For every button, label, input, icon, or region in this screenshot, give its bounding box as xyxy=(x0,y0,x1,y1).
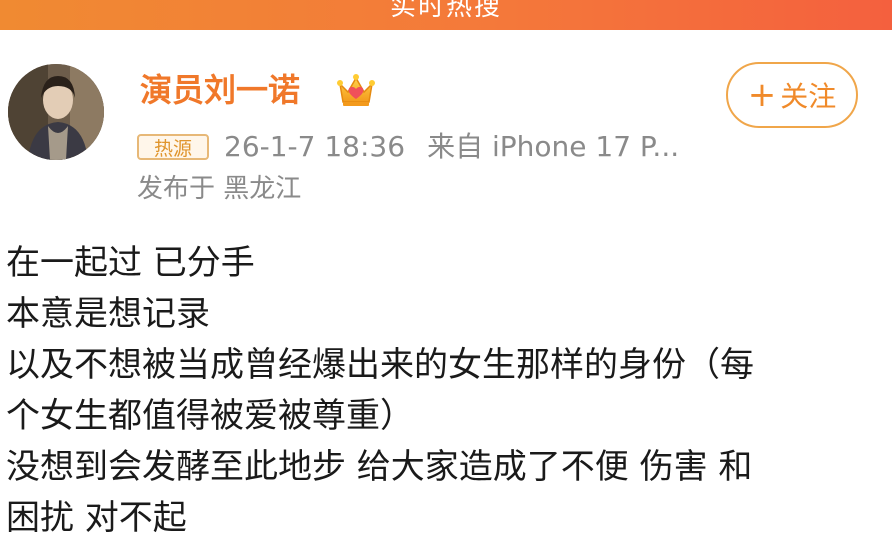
content-line: 没想到会发酵至此地步 给大家造成了不便 伤害 和 xyxy=(6,447,753,487)
follow-button[interactable]: + 关注 xyxy=(726,62,858,128)
avatar[interactable] xyxy=(8,64,104,160)
author-name[interactable]: 演员刘一诺 xyxy=(140,68,300,112)
plus-icon: + xyxy=(747,75,777,115)
crown-icon xyxy=(337,74,375,106)
content-line: 在一起过 已分手 xyxy=(6,243,255,283)
content-line: 以及不想被当成曾经爆出来的女生那样的身份（每 xyxy=(6,345,754,385)
post-meta: 26-1-7 18:36 来自 iPhone 17 P... xyxy=(224,128,679,166)
post-location: 发布于 黑龙江 xyxy=(137,174,302,204)
content-line: 个女生都值得被爱被尊重） xyxy=(6,396,414,436)
hot-source-badge: 热源 xyxy=(137,134,209,160)
content-line: 困扰 对不起 xyxy=(6,498,187,538)
post-timestamp: 26-1-7 18:36 xyxy=(224,130,406,163)
content-line: 本意是想记录 xyxy=(6,294,210,334)
top-banner: 实时热搜 xyxy=(0,0,892,30)
follow-label: 关注 xyxy=(780,80,837,113)
post-source: 来自 iPhone 17 P... xyxy=(427,130,680,163)
banner-title: 实时热搜 xyxy=(389,0,502,22)
avatar-image xyxy=(8,64,104,160)
post-content: 在一起过 已分手 本意是想记录 以及不想被当成曾经爆出来的女生那样的身份（每 个… xyxy=(6,238,866,544)
